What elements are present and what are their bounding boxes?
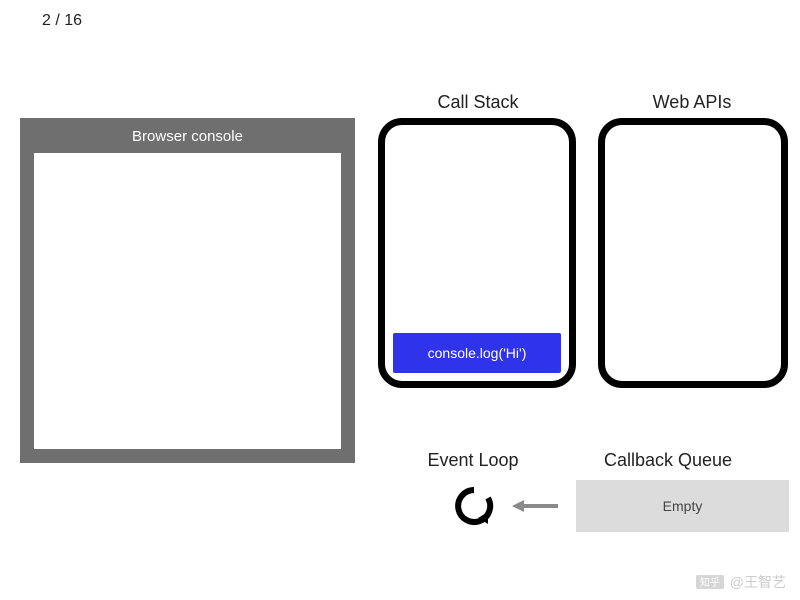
web-apis-box (598, 118, 788, 388)
svg-text:知乎: 知乎 (700, 576, 720, 589)
call-stack-label: Call Stack (428, 92, 528, 113)
browser-console-title: Browser console (20, 118, 355, 153)
web-apis-label: Web APIs (642, 92, 742, 113)
callback-queue-label: Callback Queue (588, 450, 748, 471)
watermark: 知乎 @王智艺 (696, 572, 786, 592)
event-loop-label: Event Loop (418, 450, 528, 471)
watermark-user: @王智艺 (730, 572, 786, 592)
browser-console-body (34, 153, 341, 449)
callback-queue-status: Empty (663, 498, 703, 514)
page-counter: 2 / 16 (42, 12, 82, 30)
call-stack-frame: console.log('Hi') (393, 333, 561, 373)
zhihu-logo-icon: 知乎 (696, 575, 724, 589)
arrow-left-icon (510, 496, 560, 516)
callback-queue-box: Empty (576, 480, 789, 532)
browser-console-panel: Browser console (20, 118, 355, 463)
call-stack-box: console.log('Hi') (378, 118, 576, 388)
event-loop-circular-arrow-icon (454, 486, 494, 526)
